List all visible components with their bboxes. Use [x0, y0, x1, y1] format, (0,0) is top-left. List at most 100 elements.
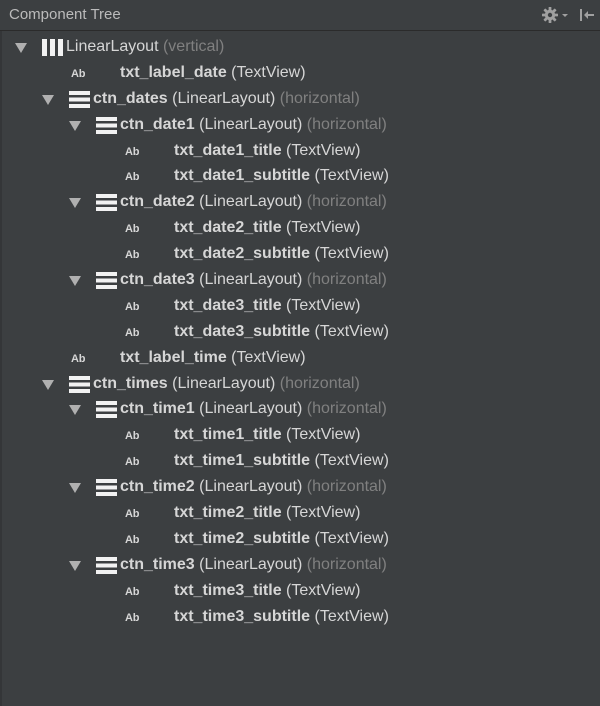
node-id: ctn_date2: [120, 193, 195, 211]
horizontal-layout-icon: [69, 375, 90, 398]
tree-row[interactable]: ctn_time3 (LinearLayout) (horizontal): [0, 552, 600, 578]
node-orientation-hint: (horizontal): [279, 89, 360, 107]
textview-icon: Ab: [125, 171, 140, 184]
tree-row[interactable]: ctn_date1 (LinearLayout) (horizontal): [0, 112, 600, 138]
tree-row[interactable]: ctn_dates (LinearLayout) (horizontal): [0, 86, 600, 112]
node-id: txt_time1_title: [174, 426, 282, 444]
textview-icon: Ab: [125, 533, 140, 546]
collapse-panel-icon[interactable]: [578, 6, 596, 24]
textview-icon: Ab: [125, 611, 140, 624]
node-type: (TextView): [314, 607, 389, 625]
node-type: (TextView): [286, 581, 361, 599]
textview-icon: Ab: [125, 326, 140, 339]
node-id: ctn_time2: [120, 478, 195, 496]
expanded-arrow-icon[interactable]: [69, 559, 81, 571]
tree-row[interactable]: Ab txt_time3_title (TextView): [0, 578, 600, 604]
vertical-layout-icon: [42, 39, 63, 61]
tree-row[interactable]: LinearLayout (vertical): [0, 34, 600, 60]
node-type: (TextView): [286, 219, 361, 237]
textview-icon: Ab: [125, 223, 140, 236]
node-id: ctn_time3: [120, 555, 195, 573]
tree-row[interactable]: Ab txt_time2_subtitle (TextView): [0, 526, 600, 552]
node-id: ctn_dates: [93, 89, 168, 107]
tree-row[interactable]: Ab txt_label_time (TextView): [0, 345, 600, 371]
tree-row[interactable]: ctn_time1 (LinearLayout) (horizontal): [0, 396, 600, 422]
node-id: txt_label_date: [120, 63, 227, 81]
tree-row[interactable]: Ab txt_time2_title (TextView): [0, 500, 600, 526]
node-type: (TextView): [314, 322, 389, 340]
tree-row[interactable]: Ab txt_date1_subtitle (TextView): [0, 163, 600, 189]
horizontal-layout-icon: [96, 556, 117, 579]
tree-row[interactable]: ctn_times (LinearLayout) (horizontal): [0, 371, 600, 397]
tree-node-label: txt_label_date (TextView): [120, 63, 306, 83]
tree-row[interactable]: ctn_date3 (LinearLayout) (horizontal): [0, 267, 600, 293]
tree-node-label: LinearLayout (vertical): [66, 37, 224, 57]
node-type: (TextView): [314, 452, 389, 470]
node-id: txt_date3_title: [174, 296, 282, 314]
node-id: txt_label_time: [120, 348, 227, 366]
tree-row[interactable]: Ab txt_time1_title (TextView): [0, 422, 600, 448]
tree-row[interactable]: Ab txt_time3_subtitle (TextView): [0, 604, 600, 630]
node-type: (TextView): [314, 245, 389, 263]
panel-title: Component Tree: [9, 6, 121, 23]
expanded-arrow-icon[interactable]: [69, 403, 81, 416]
tree-row[interactable]: Ab txt_label_date (TextView): [0, 60, 600, 86]
textview-icon: Ab: [71, 352, 86, 365]
node-id: ctn_date3: [120, 271, 195, 289]
tree-node-label: ctn_date2 (LinearLayout) (horizontal): [120, 192, 387, 212]
expanded-arrow-icon[interactable]: [69, 481, 81, 494]
expanded-arrow-icon[interactable]: [15, 41, 27, 53]
horizontal-layout-icon: [69, 90, 90, 113]
node-id: txt_date1_subtitle: [174, 167, 311, 185]
node-orientation-hint: (horizontal): [306, 271, 387, 289]
textview-icon: Ab: [125, 585, 140, 598]
tree-node-label: txt_time2_title (TextView): [174, 503, 360, 523]
tree-node-label: txt_date1_subtitle (TextView): [174, 166, 389, 186]
tree-row[interactable]: Ab txt_date3_subtitle (TextView): [0, 319, 600, 345]
tree-row[interactable]: Ab txt_date1_title (TextView): [0, 138, 600, 164]
node-orientation-hint: (horizontal): [306, 115, 387, 133]
expanded-arrow-icon[interactable]: [69, 274, 81, 287]
expanded-arrow-icon[interactable]: [69, 119, 81, 131]
node-id: txt_time2_title: [174, 504, 282, 522]
horizontal-layout-icon: [96, 479, 117, 501]
node-id: ctn_times: [93, 374, 168, 392]
tree-node-label: txt_label_time (TextView): [120, 348, 306, 368]
textview-icon: Ab: [125, 508, 140, 521]
node-type: (LinearLayout): [199, 271, 303, 289]
tree-node-label: txt_date3_title (TextView): [174, 296, 360, 316]
panel-header: Component Tree: [0, 0, 600, 31]
node-type: (TextView): [231, 348, 306, 366]
tree-node-label: txt_time1_subtitle (TextView): [174, 451, 389, 471]
expanded-arrow-icon[interactable]: [69, 196, 81, 209]
tree-node-label: ctn_times (LinearLayout) (horizontal): [93, 374, 360, 394]
node-id: txt_time3_title: [174, 581, 282, 599]
tree-row[interactable]: Ab txt_time1_subtitle (TextView): [0, 448, 600, 474]
tree-node-label: txt_time3_title (TextView): [174, 581, 360, 601]
horizontal-layout-icon: [96, 272, 117, 294]
expanded-arrow-icon[interactable]: [42, 93, 54, 105]
gear-dropdown-icon[interactable]: [541, 6, 569, 24]
node-orientation-hint: (horizontal): [306, 193, 387, 211]
expanded-arrow-icon[interactable]: [42, 378, 54, 390]
tree-row[interactable]: ctn_time2 (LinearLayout) (horizontal): [0, 474, 600, 500]
textview-icon: Ab: [125, 456, 140, 469]
tree-node-label: txt_time1_title (TextView): [174, 425, 360, 445]
tree-node-label: txt_date3_subtitle (TextView): [174, 322, 389, 342]
node-orientation-hint: (horizontal): [306, 400, 387, 418]
textview-icon: Ab: [71, 67, 86, 80]
node-id: txt_date2_title: [174, 219, 282, 237]
tree-node-label: txt_date1_title (TextView): [174, 141, 360, 161]
tree-node-label: txt_time3_subtitle (TextView): [174, 607, 389, 627]
tree-row[interactable]: ctn_date2 (LinearLayout) (horizontal): [0, 189, 600, 215]
node-type: (LinearLayout): [199, 400, 303, 418]
tree-node-label: ctn_time2 (LinearLayout) (horizontal): [120, 477, 387, 497]
tree-row[interactable]: Ab txt_date2_subtitle (TextView): [0, 241, 600, 267]
node-type: (TextView): [314, 167, 389, 185]
tree-node-label: ctn_date1 (LinearLayout) (horizontal): [120, 115, 387, 135]
tree-row[interactable]: Ab txt_date3_title (TextView): [0, 293, 600, 319]
horizontal-layout-icon: [96, 116, 117, 139]
node-id: ctn_time1: [120, 400, 195, 418]
textview-icon: Ab: [125, 145, 140, 158]
tree-row[interactable]: Ab txt_date2_title (TextView): [0, 215, 600, 241]
